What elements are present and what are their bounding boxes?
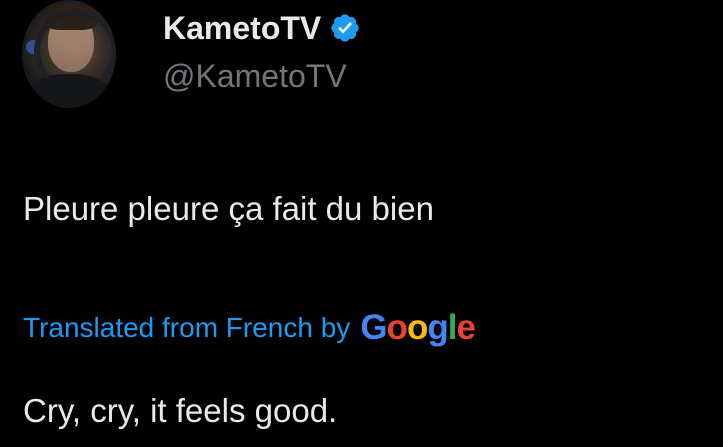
translated-tweet-text: Cry, cry, it feels good. <box>23 392 338 429</box>
author-avatar[interactable] <box>22 0 116 108</box>
translation-attribution: Translated from French by Google <box>23 306 476 350</box>
verified-badge-icon <box>331 14 359 42</box>
translated-from-label[interactable]: Translated from French by <box>23 312 350 344</box>
google-logo-letter: G <box>360 308 387 347</box>
google-logo-letter: e <box>456 308 475 347</box>
author-display-name[interactable]: KametoTV <box>163 10 321 47</box>
google-logo-letter: o <box>386 308 408 347</box>
author-name-row[interactable]: KametoTV <box>163 8 361 48</box>
tweet-text: Pleure pleure ça fait du bien <box>23 190 434 227</box>
google-logo-letter: o <box>406 308 428 347</box>
avatar-headset <box>34 10 116 92</box>
google-logo-letter: l <box>447 308 458 347</box>
google-logo: Google <box>360 308 476 348</box>
google-logo-letter: g <box>427 308 448 347</box>
author-handle[interactable]: @KametoTV <box>163 58 347 95</box>
